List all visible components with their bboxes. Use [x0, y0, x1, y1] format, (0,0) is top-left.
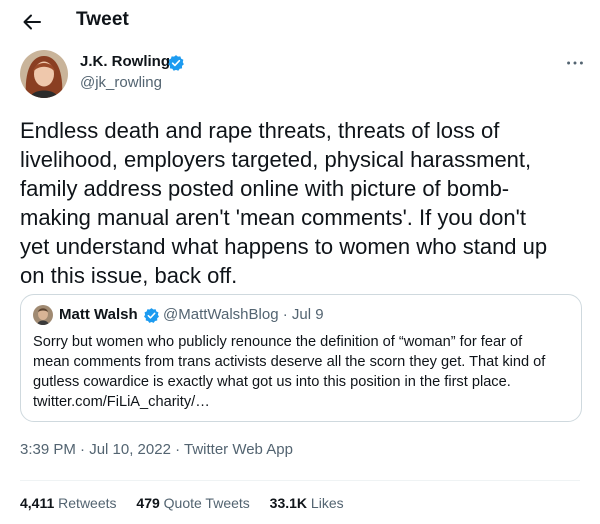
header: Tweet: [0, 0, 600, 44]
engagement-stats: 4,411 Retweets 479 Quote Tweets 33.1K Li…: [20, 495, 360, 511]
quoted-author-avatar: [33, 305, 53, 325]
author-name[interactable]: J.K. Rowling: [80, 53, 170, 70]
likes-count: 33.1K: [269, 495, 308, 511]
quoted-tweet-card[interactable]: Matt Walsh @MattWalshBlog · Jul 9 Sorry …: [20, 294, 582, 422]
quote-tweets-count: 479: [136, 495, 160, 511]
arrow-left-icon[interactable]: [20, 10, 44, 34]
more-options-icon[interactable]: [564, 52, 586, 74]
author-avatar[interactable]: [20, 50, 68, 98]
quoted-author-meta: @MattWalshBlog · Jul 9: [163, 306, 324, 323]
retweets-label: Retweets: [54, 495, 117, 511]
divider: [20, 480, 580, 481]
page-title: Tweet: [76, 9, 129, 30]
likes-label: Likes: [307, 495, 344, 511]
retweets-count: 4,411: [20, 495, 55, 511]
quoted-tweet-text: Sorry but women who publicly renounce th…: [33, 334, 546, 410]
quote-tweets-label: Quote Tweets: [159, 495, 250, 511]
quoted-author-name: Matt Walsh: [59, 306, 138, 323]
author-handle[interactable]: @jk_rowling: [80, 74, 162, 91]
likes-stat[interactable]: 33.1K Likes: [270, 495, 344, 511]
quote-tweets-stat[interactable]: 479 Quote Tweets: [136, 495, 249, 511]
verified-badge-icon: [144, 308, 159, 323]
retweets-stat[interactable]: 4,411 Retweets: [20, 495, 117, 511]
verified-badge-icon: [168, 55, 184, 71]
tweet-text: Endless death and rape threats, threats …: [20, 118, 548, 288]
tweet-timestamp[interactable]: 3:39 PM · Jul 10, 2022 · Twitter Web App: [20, 441, 293, 458]
